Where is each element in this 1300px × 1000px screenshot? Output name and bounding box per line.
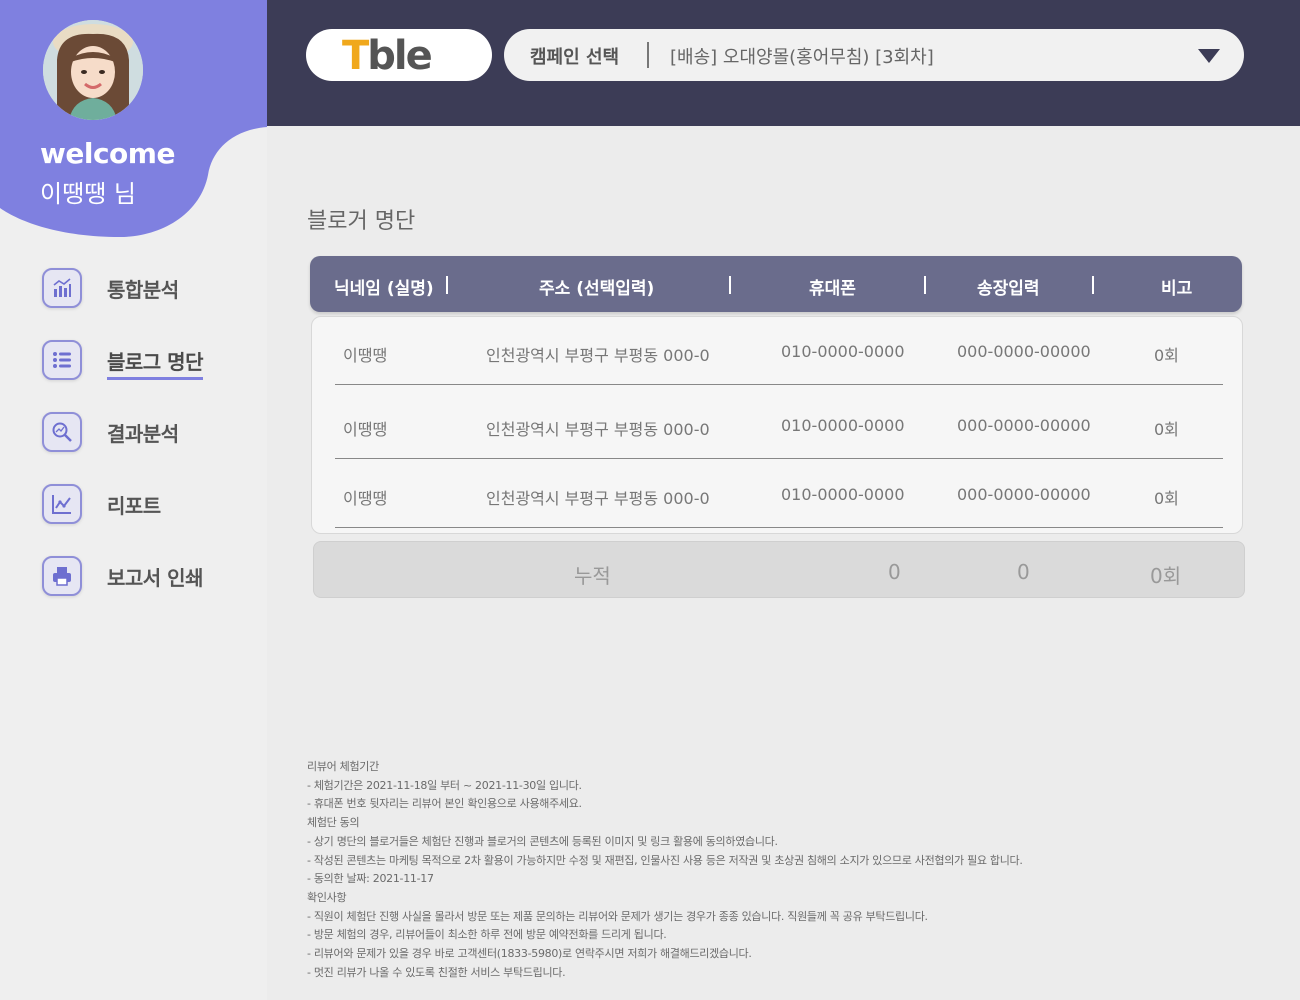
sidebar-item-label: 보고서 인쇄 <box>107 566 203 590</box>
cell-note: 0회 <box>1154 346 1179 365</box>
notice-line: - 멋진 리뷰가 나올 수 있도록 친절한 서비스 부탁드립니다. <box>307 965 566 979</box>
cell-nickname: 이땡땡 <box>343 420 388 439</box>
sidebar-item-result-analysis[interactable]: 결과분석 <box>0 406 267 462</box>
cell-phone: 010-0000-0000 <box>781 416 905 435</box>
top-header: Tble 캠페인 선택 [배송] 오대양몰(홍어무침) [3회차] <box>267 0 1300 126</box>
total-label: 누적 <box>574 564 611 588</box>
list-icon <box>42 340 82 380</box>
campaign-select[interactable]: 캠페인 선택 [배송] 오대양몰(홍어무침) [3회차] <box>504 29 1244 81</box>
sidebar-item-integrated-analysis[interactable]: 통합분석 <box>0 262 267 318</box>
sidebar-item-report[interactable]: 리포트 <box>0 478 267 534</box>
cell-address[interactable]: 인천광역시 부평구 부평동 000-0 <box>486 416 710 440</box>
avatar[interactable] <box>43 20 143 120</box>
magnifier-icon <box>42 412 82 452</box>
column-header-nickname: 닉네임 (실명) <box>334 279 434 299</box>
divider <box>729 276 731 294</box>
blogger-table: 이땡땡 인천광역시 부평구 부평동 000-0 010-0000-0000 00… <box>311 316 1243 534</box>
notice-line: - 리뷰어와 문제가 있을 경우 바로 고객센터(1833-5980)로 연락주… <box>307 947 752 961</box>
table-header: 닉네임 (실명) 주소 (선택입력) 휴대폰 송장입력 비고 <box>310 256 1242 312</box>
campaign-select-value: [배송] 오대양몰(홍어무침) [3회차] <box>670 47 934 68</box>
campaign-select-label: 캠페인 선택 <box>530 47 620 68</box>
notice-line: - 직원이 체험단 진행 사실을 몰라서 방문 또는 제품 문의하는 리뷰어와 … <box>307 909 928 923</box>
sidebar-item-print-report[interactable]: 보고서 인쇄 <box>0 550 267 606</box>
welcome-text: welcome <box>40 137 175 170</box>
notice-heading: 확인사항 <box>307 890 347 904</box>
cell-address[interactable]: 인천광역시 부평구 부평동 000-0 <box>486 485 710 509</box>
cell-phone: 010-0000-0000 <box>781 342 905 361</box>
notice-line: - 체험기간은 2021-11-18일 부터 ~ 2021-11-30일 입니다… <box>307 778 582 792</box>
cell-nickname: 이땡땡 <box>343 346 388 365</box>
notice-line: - 작성된 콘텐츠는 마케팅 목적으로 2차 활용이 가능하지만 수정 및 재편… <box>307 853 1023 867</box>
divider <box>924 276 926 294</box>
column-header-address: 주소 (선택입력) <box>539 279 655 299</box>
notice-heading: 체험단 동의 <box>307 816 360 830</box>
total-row: 누적 0 0 0회 <box>313 541 1245 598</box>
cell-note: 0회 <box>1154 489 1179 508</box>
sidebar-item-label: 결과분석 <box>107 422 179 446</box>
cell-note: 0회 <box>1154 420 1179 439</box>
row-divider <box>335 384 1223 385</box>
bar-chart-icon <box>42 268 82 308</box>
line-chart-icon <box>42 484 82 524</box>
column-header-invoice: 송장입력 <box>977 279 1040 299</box>
page-title: 블로거 명단 <box>307 209 416 234</box>
cell-invoice[interactable]: 000-0000-00000 <box>957 342 1091 361</box>
total-invoice: 0 <box>1017 560 1030 584</box>
row-divider <box>335 458 1223 459</box>
notice-line: - 휴대폰 번호 뒷자리는 리뷰어 본인 확인용으로 사용해주세요. <box>307 797 582 811</box>
total-note: 0회 <box>1150 564 1182 588</box>
logo-text: Tble <box>342 33 433 79</box>
notice-heading: 리뷰어 체험기간 <box>307 760 379 773</box>
sidebar: welcome 이땡땡 님 통합분석 블로그 명단 결과분석 리포트 보고서 인… <box>0 0 267 1000</box>
chevron-down-icon[interactable] <box>1198 49 1220 63</box>
notice-section: 리뷰어 체험기간 - 체험기간은 2021-11-18일 부터 ~ 2021-1… <box>307 758 1207 982</box>
row-divider <box>335 527 1223 528</box>
printer-icon <box>42 556 82 596</box>
divider <box>647 42 649 68</box>
notice-line: - 방문 체험의 경우, 리뷰어들이 최소한 하루 전에 방문 예약전화를 드리… <box>307 928 667 942</box>
column-header-note: 비고 <box>1161 279 1193 299</box>
cell-phone: 010-0000-0000 <box>781 485 905 504</box>
divider <box>1092 276 1094 294</box>
divider <box>446 276 448 294</box>
cell-invoice[interactable]: 000-0000-00000 <box>957 485 1091 504</box>
sidebar-item-blog-list[interactable]: 블로그 명단 <box>0 334 267 390</box>
total-phone: 0 <box>888 560 901 584</box>
cell-nickname: 이땡땡 <box>343 489 388 508</box>
logo[interactable]: Tble <box>306 29 492 81</box>
username: 이땡땡 님 <box>40 180 136 208</box>
sidebar-item-label: 블로그 명단 <box>107 346 203 380</box>
notice-line: - 상기 명단의 블로거들은 체험단 진행과 블로거의 콘텐츠에 등록된 이미지… <box>307 834 778 848</box>
notice-line: - 동의한 날짜: 2021-11-17 <box>307 872 434 886</box>
cell-invoice[interactable]: 000-0000-00000 <box>957 416 1091 435</box>
sidebar-item-label: 리포트 <box>107 494 161 518</box>
column-header-phone: 휴대폰 <box>809 279 856 299</box>
sidebar-item-label: 통합분석 <box>107 278 179 302</box>
cell-address[interactable]: 인천광역시 부평구 부평동 000-0 <box>486 342 710 366</box>
